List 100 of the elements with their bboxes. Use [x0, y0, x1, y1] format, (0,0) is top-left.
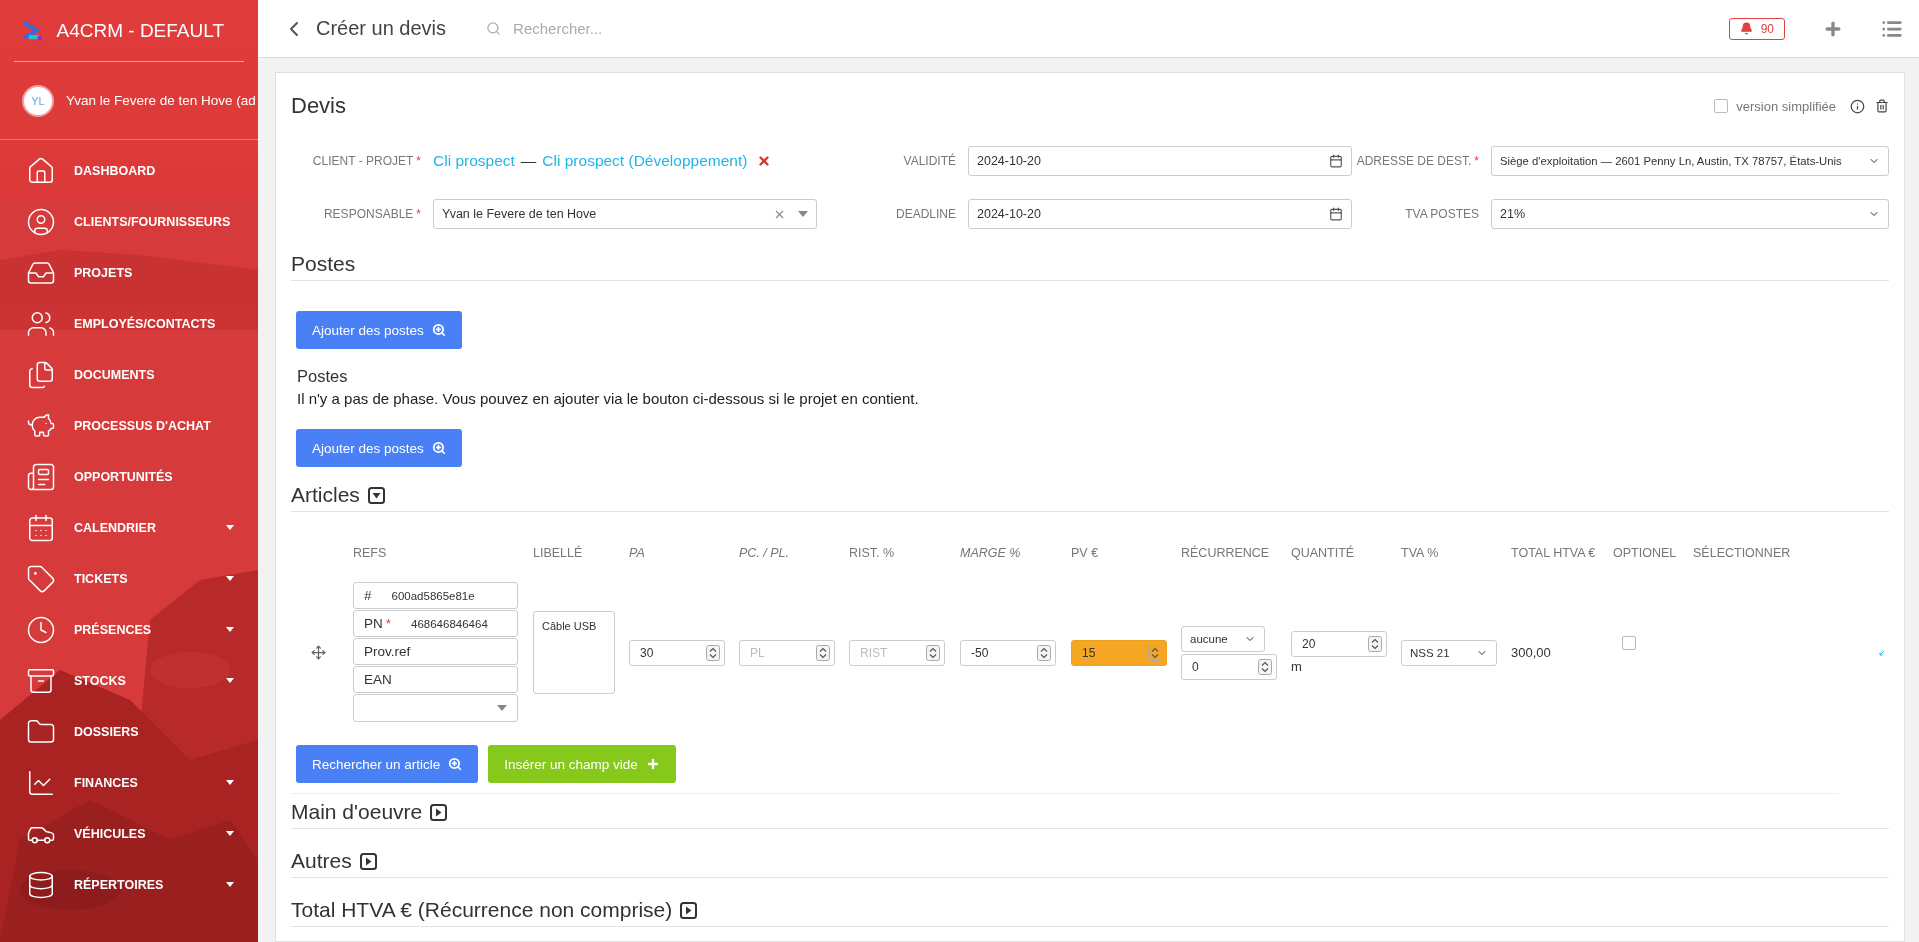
- nav-item[interactable]: PROCESSUS D'ACHAT: [0, 400, 258, 451]
- nav-item[interactable]: TICKETS: [0, 553, 258, 604]
- column-header: PV €: [1071, 545, 1100, 562]
- vat-select[interactable]: 21%: [1491, 199, 1889, 229]
- number-field[interactable]: 15: [1071, 639, 1167, 666]
- stepper-icon[interactable]: [1037, 644, 1051, 661]
- section-title: Total HTVA € (Récurrence non comprise): [291, 898, 673, 922]
- nav-item[interactable]: PRÉSENCES: [0, 604, 258, 655]
- nav-item[interactable]: STOCKS: [0, 655, 258, 706]
- zoom-icon: [448, 757, 463, 771]
- separator: —: [520, 152, 537, 170]
- expand-icon[interactable]: [680, 901, 698, 919]
- nav-item[interactable]: CLIENTS/FOURNISSEURS: [0, 196, 258, 247]
- nav-item[interactable]: PROJETS: [0, 247, 258, 298]
- field-label: VALIDITÉ: [902, 154, 957, 168]
- zoom-icon: [431, 323, 446, 337]
- trash-icon[interactable]: [1875, 99, 1889, 113]
- stepper-icon[interactable]: [1368, 636, 1382, 652]
- responsible-select[interactable]: Yvan le Fevere de ten Hove: [433, 199, 817, 229]
- nav-icon: [26, 614, 56, 645]
- nav-item[interactable]: DASHBOARD: [0, 145, 258, 196]
- nav-item[interactable]: EMPLOYÉS/CONTACTS: [0, 298, 258, 349]
- plus-icon: [645, 757, 660, 771]
- checkbox[interactable]: [1714, 99, 1729, 113]
- calendar-icon[interactable]: [1329, 207, 1343, 221]
- recurrence-select[interactable]: aucune: [1181, 625, 1265, 652]
- section-title: Articles: [291, 483, 360, 507]
- nav-item[interactable]: DOSSIERS: [0, 706, 258, 757]
- column-header: RÉCURRENCE: [1181, 544, 1271, 562]
- user-avatar[interactable]: YL: [22, 84, 54, 117]
- search-article-button[interactable]: Rechercher un article: [296, 745, 479, 783]
- checkbox-label: version simplifiée: [1736, 98, 1836, 114]
- stepper-icon[interactable]: [816, 644, 830, 661]
- address-select[interactable]: Siège d'exploitation — 2601 Penny Ln, Austin, TX 78757, États-Unis: [1491, 146, 1889, 176]
- checkbox[interactable]: [1622, 635, 1636, 650]
- label-field[interactable]: Câble USB: [533, 611, 615, 694]
- column-header: LIBELLÉ: [533, 544, 584, 562]
- column-header: TOTAL HTVA €: [1511, 545, 1597, 562]
- info-icon[interactable]: [1850, 98, 1865, 114]
- nav-item[interactable]: OPPORTUNITÉS: [0, 451, 258, 502]
- field-label: RESPONSABLE *: [322, 207, 422, 221]
- column-header: SÉLECTIONNER: [1693, 544, 1792, 562]
- number-field[interactable]: PL: [739, 639, 835, 666]
- nav-icon: [26, 869, 56, 900]
- column-header: TVA %: [1401, 545, 1440, 562]
- nav-item[interactable]: DOCUMENTS: [0, 349, 258, 400]
- search-icon: [486, 21, 502, 36]
- expand-icon[interactable]: [430, 803, 448, 821]
- unit-label: m: [1291, 659, 1303, 674]
- column-header: MARGE %: [960, 545, 1022, 562]
- stepper-icon[interactable]: [1258, 658, 1272, 675]
- nav-icon: [26, 461, 56, 492]
- vat-select[interactable]: NSS 21: [1401, 639, 1497, 666]
- field-label: ADRESSE DE DEST. *: [1355, 154, 1480, 168]
- column-header: QUANTITÉ: [1291, 544, 1356, 562]
- nav-item[interactable]: RÉPERTOIRES: [0, 859, 258, 910]
- stepper-icon[interactable]: [926, 644, 940, 661]
- date-field[interactable]: 2024-10-20: [968, 199, 1352, 229]
- nav-icon: [26, 155, 56, 186]
- section-title: Autres: [291, 849, 352, 873]
- section-title: Main d'oeuvre: [291, 800, 423, 824]
- number-field[interactable]: 30: [629, 639, 725, 666]
- remove-icon[interactable]: [757, 154, 772, 168]
- input-field[interactable]: EAN: [353, 666, 518, 693]
- number-field[interactable]: -50: [960, 639, 1056, 666]
- add-items-button[interactable]: Ajouter des postes: [296, 311, 462, 349]
- add-items-button[interactable]: Ajouter des postes: [296, 429, 462, 467]
- stepper-icon[interactable]: [1148, 644, 1162, 661]
- caret-icon: [798, 211, 808, 217]
- number-field[interactable]: 0: [1181, 653, 1277, 680]
- nav-item[interactable]: FINANCES: [0, 757, 258, 808]
- number-field[interactable]: RIST: [849, 639, 945, 666]
- calendar-icon[interactable]: [1329, 154, 1343, 168]
- nav-item[interactable]: VÉHICULES: [0, 808, 258, 859]
- nav-item[interactable]: CALENDRIER: [0, 502, 258, 553]
- nav-icon: [26, 512, 56, 543]
- column-header: PC. / PL.: [739, 545, 791, 562]
- empty-message: Il n'y a pas de phase. Vous pouvez en ajouter via le bouton ci-dessous si le projet en contient.: [297, 390, 920, 407]
- field-label: CLIENT - PROJET *: [311, 154, 422, 168]
- pn-field[interactable]: PN * 468646846464: [353, 610, 518, 637]
- column-header: PA: [629, 545, 646, 562]
- stepper-icon[interactable]: [706, 644, 720, 661]
- drag-handle-icon[interactable]: [311, 645, 326, 660]
- expand-icon[interactable]: [359, 852, 377, 870]
- total-value: 300,00: [1511, 645, 1552, 660]
- subsection-title: Postes: [297, 367, 349, 386]
- notification-badge[interactable]: 90: [1728, 17, 1785, 40]
- nav-icon: [26, 563, 56, 594]
- number-field[interactable]: 20: [1291, 631, 1387, 657]
- ref-field[interactable]: # 600ad5865e81e: [353, 582, 518, 609]
- nav-icon: [26, 206, 56, 237]
- caret-icon: [497, 705, 507, 711]
- column-header: OPTIONEL: [1613, 545, 1678, 562]
- nav-icon: [26, 359, 56, 390]
- section-title: Devis: [291, 93, 347, 119]
- user-name[interactable]: Yvan le Fevere de ten Hove (ad: [66, 93, 256, 108]
- input-field[interactable]: Prov.ref: [353, 638, 518, 665]
- date-field[interactable]: 2024-10-20: [968, 146, 1352, 176]
- collapse-icon[interactable]: [367, 486, 385, 504]
- section-title: Postes: [291, 252, 356, 276]
